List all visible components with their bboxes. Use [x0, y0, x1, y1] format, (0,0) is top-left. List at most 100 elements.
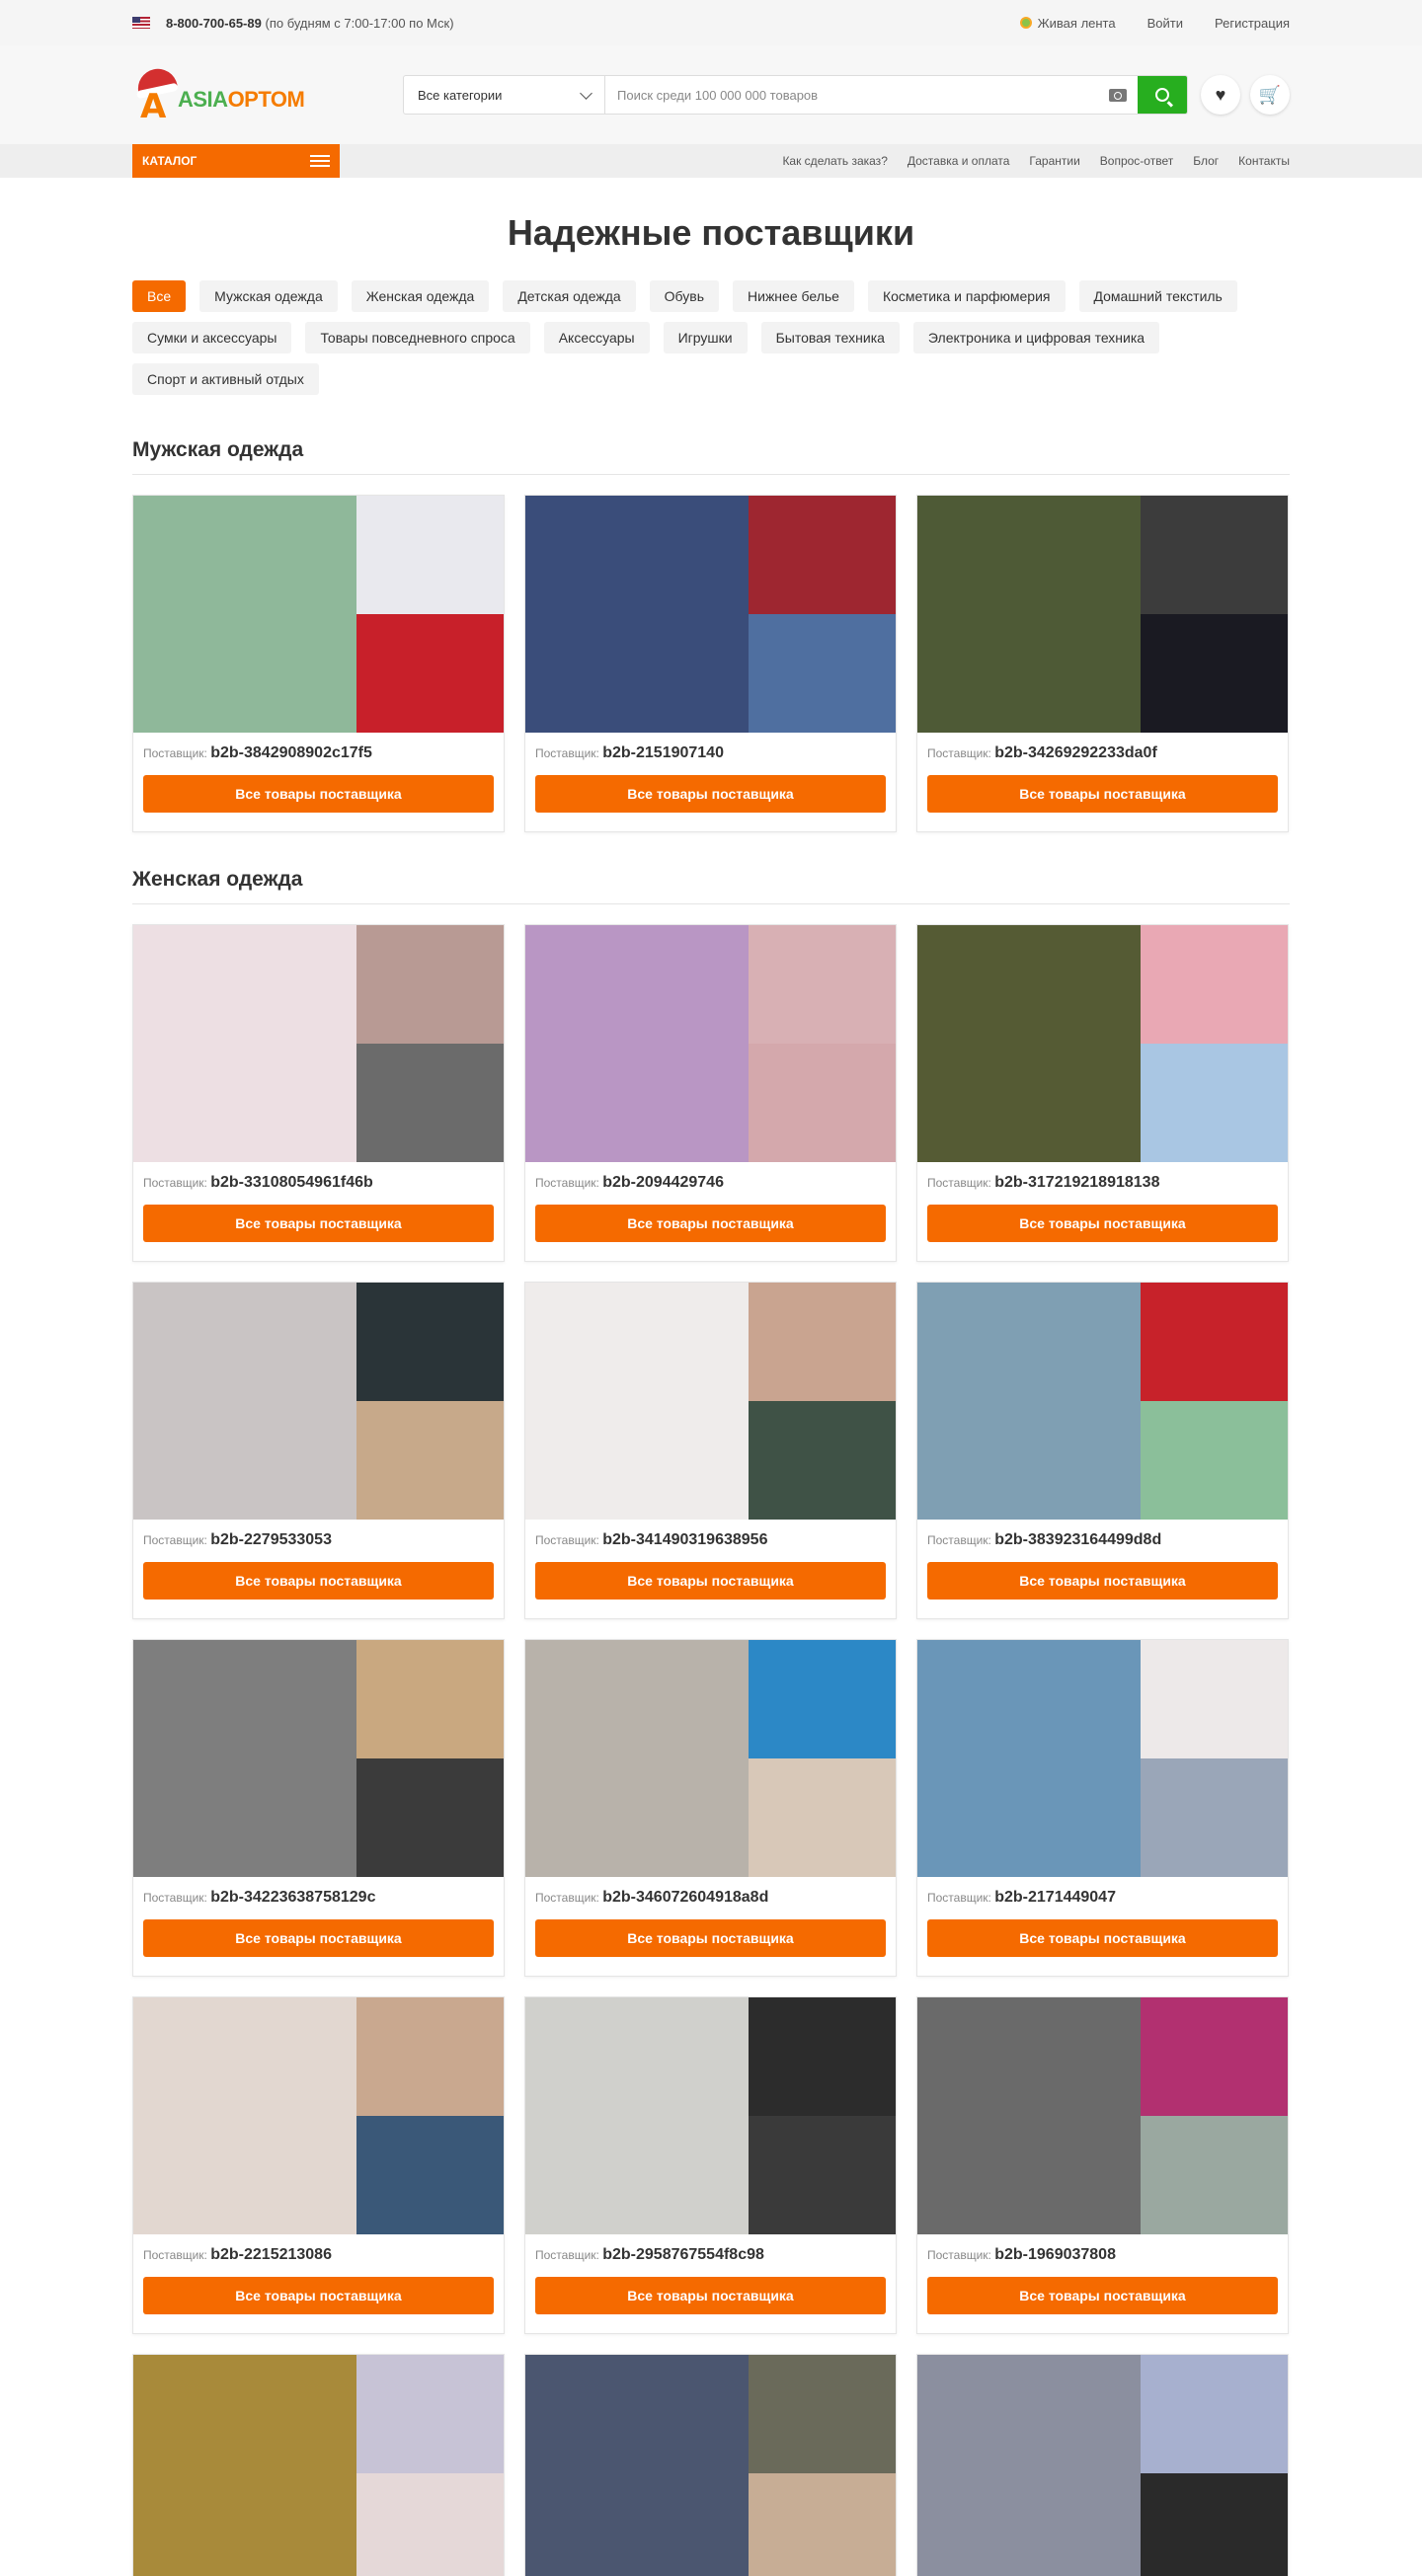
all-supplier-products-button[interactable]: Все товары поставщика: [143, 1919, 494, 1957]
filter-chip[interactable]: Бытовая техника: [760, 322, 900, 353]
product-image[interactable]: [356, 1401, 504, 1520]
supplier-id[interactable]: b2b-317219218918138: [994, 1174, 1159, 1191]
product-image[interactable]: [1141, 2116, 1288, 2234]
supplier-id[interactable]: b2b-34223638758129c: [210, 1889, 375, 1906]
nav-link[interactable]: Контакты: [1238, 154, 1290, 168]
product-image[interactable]: [1141, 1758, 1288, 1877]
supplier-id[interactable]: b2b-2215213086: [210, 2246, 332, 2263]
product-image[interactable]: [356, 1283, 504, 1401]
supplier-images[interactable]: [917, 1997, 1288, 2234]
supplier-card[interactable]: Поставщик: Все товары поставщика: [916, 2354, 1289, 2576]
supplier-images[interactable]: [525, 925, 896, 1162]
product-image[interactable]: [749, 1640, 896, 1758]
all-supplier-products-button[interactable]: Все товары поставщика: [927, 1205, 1278, 1242]
supplier-id[interactable]: b2b-341490319638956: [602, 1531, 767, 1548]
product-image[interactable]: [356, 614, 504, 733]
filter-chip[interactable]: Косметика и парфюмерия: [867, 280, 1066, 312]
product-image[interactable]: [749, 496, 896, 614]
supplier-images[interactable]: [525, 1997, 896, 2234]
product-image[interactable]: [749, 1283, 896, 1401]
supplier-card[interactable]: Поставщик: b2b-2279533053 Все товары пост…: [132, 1282, 505, 1619]
all-supplier-products-button[interactable]: Все товары поставщика: [927, 2277, 1278, 2314]
supplier-images[interactable]: [917, 1640, 1288, 1877]
camera-search-icon[interactable]: [1098, 76, 1138, 114]
filter-chip[interactable]: Домашний текстиль: [1078, 280, 1237, 312]
supplier-images[interactable]: [133, 496, 504, 733]
product-image[interactable]: [917, 1997, 1141, 2234]
phone-number[interactable]: 8-800-700-65-89: [166, 16, 262, 31]
product-image[interactable]: [133, 2355, 356, 2576]
nav-link[interactable]: Гарантии: [1029, 154, 1079, 168]
supplier-id[interactable]: b2b-33108054961f46b: [210, 1174, 373, 1191]
product-image[interactable]: [525, 1640, 749, 1877]
product-image[interactable]: [133, 496, 356, 733]
product-image[interactable]: [525, 925, 749, 1162]
product-image[interactable]: [133, 1640, 356, 1877]
flag-icon[interactable]: [132, 17, 150, 29]
product-image[interactable]: [917, 925, 1141, 1162]
product-image[interactable]: [525, 496, 749, 733]
supplier-id[interactable]: b2b-3842908902c17f5: [210, 744, 372, 761]
all-supplier-products-button[interactable]: Все товары поставщика: [535, 2277, 886, 2314]
nav-link[interactable]: Вопрос-ответ: [1100, 154, 1173, 168]
supplier-card[interactable]: Поставщик: b2b-2958767554f8c98 Все товары…: [524, 1996, 897, 2334]
product-image[interactable]: [133, 1997, 356, 2234]
supplier-images[interactable]: [525, 496, 896, 733]
product-image[interactable]: [525, 1997, 749, 2234]
product-image[interactable]: [749, 2355, 896, 2473]
supplier-card[interactable]: Поставщик: b2b-2094429746 Все товары пост…: [524, 924, 897, 1262]
all-supplier-products-button[interactable]: Все товары поставщика: [535, 1205, 886, 1242]
product-image[interactable]: [356, 925, 504, 1044]
product-image[interactable]: [749, 925, 896, 1044]
cart-icon[interactable]: 🛒: [1250, 75, 1290, 115]
all-supplier-products-button[interactable]: Все товары поставщика: [535, 1562, 886, 1600]
filter-chip[interactable]: Спорт и активный отдых: [132, 363, 319, 395]
product-image[interactable]: [133, 1283, 356, 1520]
product-image[interactable]: [917, 1640, 1141, 1877]
product-image[interactable]: [1141, 614, 1288, 733]
all-supplier-products-button[interactable]: Все товары поставщика: [143, 775, 494, 813]
product-image[interactable]: [1141, 1997, 1288, 2116]
product-image[interactable]: [356, 1640, 504, 1758]
all-supplier-products-button[interactable]: Все товары поставщика: [927, 1562, 1278, 1600]
product-image[interactable]: [917, 496, 1141, 733]
login-link[interactable]: Войти: [1147, 16, 1183, 31]
product-image[interactable]: [1141, 2355, 1288, 2473]
product-image[interactable]: [749, 1758, 896, 1877]
all-supplier-products-button[interactable]: Все товары поставщика: [143, 2277, 494, 2314]
nav-link[interactable]: Блог: [1193, 154, 1219, 168]
all-supplier-products-button[interactable]: Все товары поставщика: [927, 775, 1278, 813]
supplier-images[interactable]: [917, 925, 1288, 1162]
supplier-id[interactable]: b2b-346072604918a8d: [602, 1889, 768, 1906]
category-select[interactable]: Все категории: [404, 76, 605, 114]
supplier-images[interactable]: [133, 1640, 504, 1877]
product-image[interactable]: [356, 2116, 504, 2234]
all-supplier-products-button[interactable]: Все товары поставщика: [927, 1919, 1278, 1957]
filter-chip[interactable]: Игрушки: [663, 322, 748, 353]
live-feed-link[interactable]: Живая лента: [1019, 16, 1116, 31]
favorites-heart-icon[interactable]: ♥: [1201, 75, 1240, 115]
product-image[interactable]: [917, 2355, 1141, 2576]
supplier-images[interactable]: [133, 1283, 504, 1520]
product-image[interactable]: [356, 2355, 504, 2473]
product-image[interactable]: [749, 1401, 896, 1520]
nav-link[interactable]: Доставка и оплата: [908, 154, 1010, 168]
product-image[interactable]: [749, 614, 896, 733]
product-image[interactable]: [1141, 1640, 1288, 1758]
supplier-id[interactable]: b2b-34269292233da0f: [994, 744, 1157, 761]
supplier-id[interactable]: b2b-2151907140: [602, 744, 724, 761]
supplier-card[interactable]: Поставщик: b2b-2171449047 Все товары пост…: [916, 1639, 1289, 1977]
supplier-id[interactable]: b2b-2094429746: [602, 1174, 724, 1191]
product-image[interactable]: [749, 2116, 896, 2234]
register-link[interactable]: Регистрация: [1215, 16, 1290, 31]
supplier-card[interactable]: Поставщик: Все товары поставщика: [524, 2354, 897, 2576]
search-input[interactable]: Поиск среди 100 000 000 товаров: [605, 76, 1098, 114]
product-image[interactable]: [749, 1997, 896, 2116]
filter-chip[interactable]: Все: [132, 280, 187, 312]
supplier-images[interactable]: [917, 496, 1288, 733]
product-image[interactable]: [525, 1283, 749, 1520]
nav-link[interactable]: Как сделать заказ?: [782, 154, 887, 168]
filter-chip[interactable]: Сумки и аксессуары: [132, 322, 292, 353]
product-image[interactable]: [1141, 1283, 1288, 1401]
product-image[interactable]: [356, 496, 504, 614]
